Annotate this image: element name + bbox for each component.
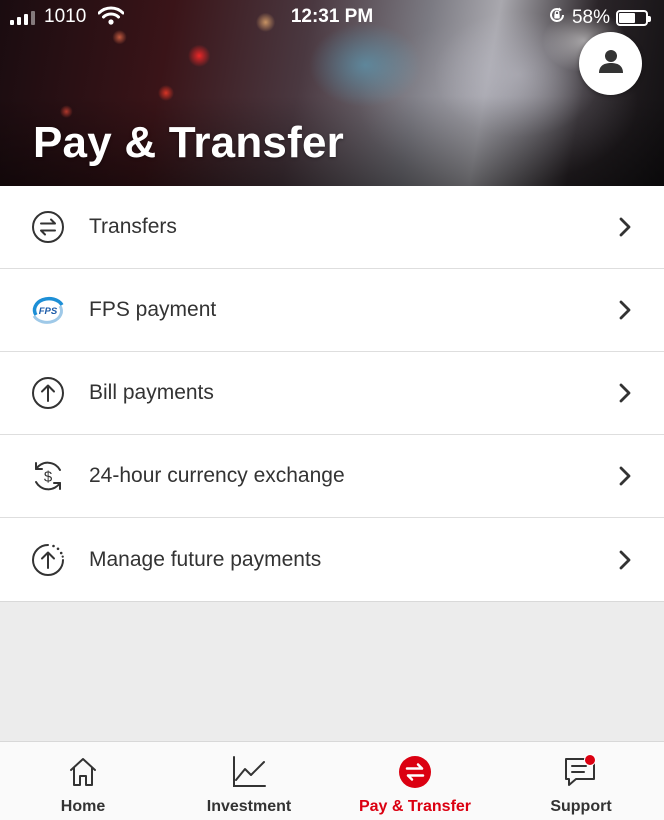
menu-item-manage-future-payments[interactable]: Manage future payments bbox=[0, 518, 664, 601]
cellular-signal-icon bbox=[10, 9, 35, 25]
scheduled-payment-icon bbox=[30, 542, 66, 578]
page-title: Pay & Transfer bbox=[33, 118, 344, 167]
tab-investment[interactable]: Investment bbox=[166, 742, 332, 820]
chevron-right-icon bbox=[618, 465, 632, 487]
menu-item-label: Bill payments bbox=[89, 381, 214, 404]
header-banner: 1010 12:31 PM 58% Pay & Transfer bbox=[0, 0, 664, 186]
battery-icon bbox=[616, 10, 651, 26]
notification-dot bbox=[584, 754, 596, 766]
menu-item-label: Transfers bbox=[89, 215, 177, 238]
tab-label: Investment bbox=[206, 798, 292, 815]
profile-button[interactable] bbox=[579, 32, 642, 95]
chevron-right-icon bbox=[618, 382, 632, 404]
chat-icon bbox=[562, 754, 600, 790]
menu-item-label: 24-hour currency exchange bbox=[89, 464, 345, 487]
battery-percent: 58% bbox=[571, 7, 610, 28]
menu-item-currency-exchange[interactable]: $ 24-hour currency exchange bbox=[0, 435, 664, 518]
rotation-lock-icon bbox=[548, 6, 566, 30]
fps-logo-icon: FPS bbox=[30, 292, 66, 328]
chart-icon bbox=[230, 754, 268, 790]
status-bar: 1010 12:31 PM 58% bbox=[0, 0, 664, 34]
chevron-right-icon bbox=[618, 549, 632, 571]
carrier-name: 1010 bbox=[44, 6, 87, 27]
tab-pay-transfer[interactable]: Pay & Transfer bbox=[332, 742, 498, 820]
tab-support[interactable]: Support bbox=[498, 742, 664, 820]
chevron-right-icon bbox=[618, 299, 632, 321]
tab-label: Support bbox=[550, 798, 612, 815]
person-icon bbox=[596, 46, 626, 81]
fps-logo-text: FPS bbox=[39, 306, 58, 317]
tab-label: Home bbox=[60, 798, 106, 815]
tab-home[interactable]: Home bbox=[0, 742, 166, 820]
upload-arrow-icon bbox=[30, 375, 66, 411]
pay-transfer-menu: Transfers FPS FPS payment Bill payments … bbox=[0, 186, 664, 602]
transfer-arrows-icon bbox=[30, 209, 66, 245]
svg-text:$: $ bbox=[44, 469, 53, 486]
currency-exchange-icon: $ bbox=[30, 458, 66, 494]
menu-item-label: Manage future payments bbox=[89, 547, 322, 571]
transfer-icon bbox=[396, 754, 434, 790]
bottom-tab-bar: Home Investment Pay & Transfer Support bbox=[0, 741, 664, 820]
app-screen: 1010 12:31 PM 58% Pay & Transfer Transfe… bbox=[0, 0, 664, 820]
status-right-group: 58% bbox=[548, 6, 651, 30]
battery-level bbox=[619, 13, 636, 23]
menu-item-bill-payments[interactable]: Bill payments bbox=[0, 352, 664, 435]
menu-item-fps-payment[interactable]: FPS FPS payment bbox=[0, 269, 664, 352]
home-icon bbox=[64, 754, 102, 790]
menu-item-label: FPS payment bbox=[89, 298, 217, 321]
menu-item-transfers[interactable]: Transfers bbox=[0, 186, 664, 269]
wifi-icon bbox=[97, 6, 125, 32]
tab-label: Pay & Transfer bbox=[358, 798, 472, 815]
chevron-right-icon bbox=[618, 216, 632, 238]
